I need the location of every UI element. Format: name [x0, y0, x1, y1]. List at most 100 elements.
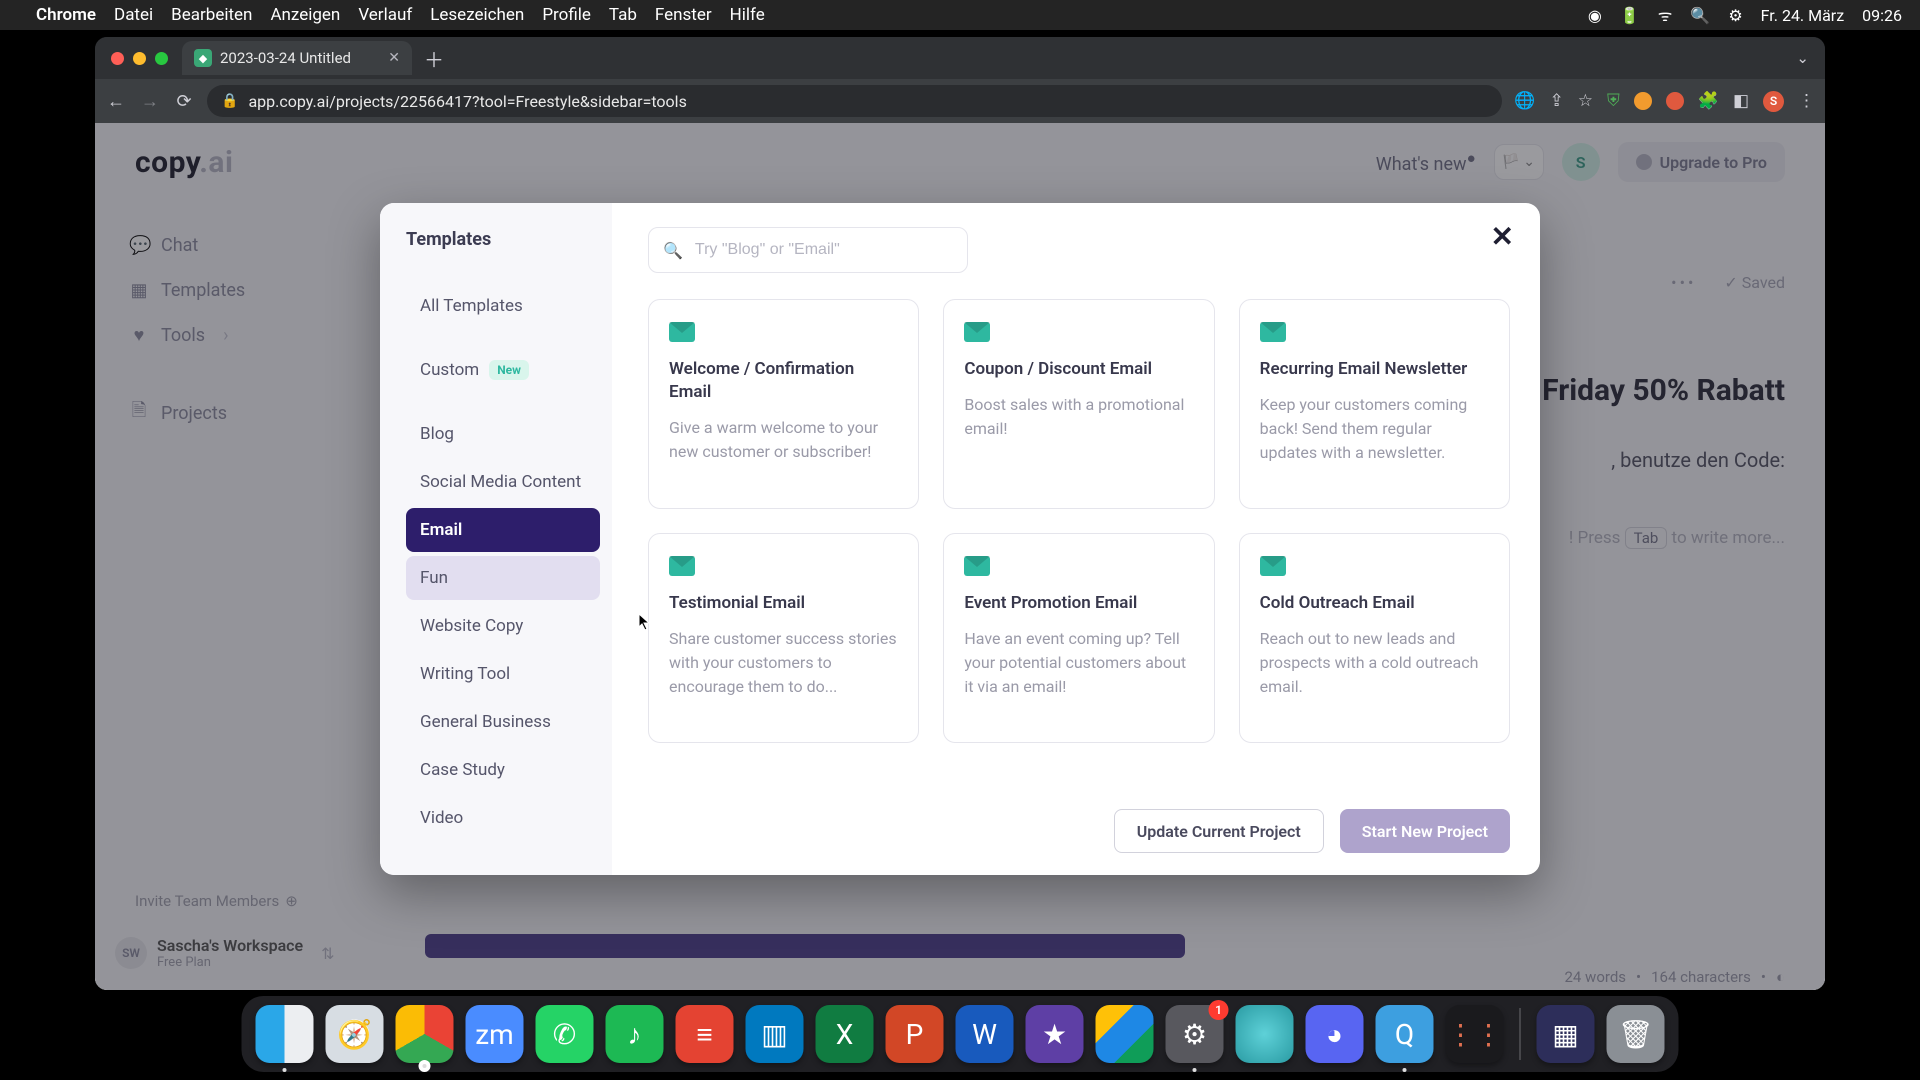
close-icon[interactable]: ✕ — [1491, 223, 1514, 251]
profile-avatar-icon[interactable]: S — [1763, 91, 1784, 112]
window-close-button[interactable] — [111, 52, 124, 65]
tabs-dropdown-icon[interactable]: ⌄ — [1796, 49, 1809, 67]
menubar-time[interactable]: 09:26 — [1862, 6, 1902, 25]
card-cold-outreach-email[interactable]: Cold Outreach Email Reach out to new lea… — [1239, 533, 1510, 743]
spotlight-icon[interactable]: 🔍 — [1690, 6, 1710, 25]
extension-shield-icon[interactable]: ⛨ — [1607, 91, 1620, 111]
menu-profile[interactable]: Profile — [542, 5, 591, 25]
browser-tab[interactable]: ◆ 2023-03-24 Untitled ✕ — [182, 41, 412, 75]
extensions-puzzle-icon[interactable]: 🧩 — [1698, 91, 1719, 111]
category-writing-tool[interactable]: Writing Tool — [406, 652, 600, 696]
category-blog[interactable]: Blog — [406, 412, 600, 456]
category-all-templates[interactable]: All Templates — [406, 284, 600, 328]
badge-count: 1 — [1209, 1000, 1229, 1020]
dock-discord-icon[interactable]: ◕ — [1306, 1005, 1364, 1063]
wifi-icon[interactable]: ᯤ — [1658, 4, 1673, 26]
card-desc: Have an event coming up? Tell your poten… — [964, 627, 1193, 699]
dock-mission-control-icon[interactable]: ▦ — [1537, 1005, 1595, 1063]
dock-drive-icon[interactable] — [1096, 1005, 1154, 1063]
card-testimonial-email[interactable]: Testimonial Email Share customer success… — [648, 533, 919, 743]
modal-footer: Update Current Project Start New Project — [648, 787, 1510, 853]
dock-excel-icon[interactable]: X — [816, 1005, 874, 1063]
card-title: Cold Outreach Email — [1260, 592, 1489, 615]
start-project-button[interactable]: Start New Project — [1340, 809, 1510, 853]
modal-content: ✕ 🔍 Welcome / Confirmation Email Give a … — [612, 203, 1540, 875]
battery-icon[interactable]: 🔋 — [1620, 6, 1640, 25]
bookmark-star-icon[interactable]: ☆ — [1578, 91, 1593, 111]
app-body: copy.ai What's new● 🏳️ ⌄ S Upgrade to Pr… — [95, 123, 1825, 990]
dock-powerpoint-icon[interactable]: P — [886, 1005, 944, 1063]
category-fun[interactable]: Fun — [406, 556, 600, 600]
menubar-app-name[interactable]: Chrome — [36, 5, 96, 25]
translate-icon[interactable]: 🌐 — [1514, 91, 1535, 111]
mail-icon — [669, 322, 695, 342]
dock-quicktime-icon[interactable]: Q — [1376, 1005, 1434, 1063]
update-project-button[interactable]: Update Current Project — [1114, 809, 1324, 853]
category-email[interactable]: Email — [406, 508, 600, 552]
category-social-media[interactable]: Social Media Content — [406, 460, 600, 504]
dock-trash-icon[interactable]: 🗑 — [1607, 1005, 1665, 1063]
dock-chrome-icon[interactable] — [396, 1005, 454, 1063]
dock-imovie-icon[interactable]: ★ — [1026, 1005, 1084, 1063]
card-desc: Share customer success stories with your… — [669, 627, 898, 699]
obs-icon[interactable]: ◉ — [1588, 6, 1602, 25]
menu-verlauf[interactable]: Verlauf — [358, 5, 412, 25]
dock-zoom-icon[interactable]: zm — [466, 1005, 524, 1063]
modal-sidebar: Templates All Templates Custom New Blog … — [380, 203, 612, 875]
nav-back-icon[interactable]: ← — [105, 91, 127, 112]
menu-tab[interactable]: Tab — [609, 5, 637, 25]
address-bar[interactable]: 🔒 app.copy.ai/projects/22566417?tool=Fre… — [207, 85, 1502, 117]
menu-anzeigen[interactable]: Anzeigen — [270, 5, 340, 25]
modal-title: Templates — [406, 229, 600, 250]
sidepanel-icon[interactable]: ◧ — [1733, 91, 1749, 111]
window-controls — [111, 52, 168, 65]
url-text: app.copy.ai/projects/22566417?tool=Frees… — [248, 92, 686, 111]
control-center-icon[interactable]: ⚙ — [1728, 6, 1742, 25]
category-general-business[interactable]: General Business — [406, 700, 600, 744]
extension-icon-2[interactable] — [1666, 92, 1684, 110]
dock-finder-icon[interactable] — [256, 1005, 314, 1063]
card-coupon-email[interactable]: Coupon / Discount Email Boost sales with… — [943, 299, 1214, 509]
search-input[interactable] — [693, 240, 953, 260]
card-welcome-email[interactable]: Welcome / Confirmation Email Give a warm… — [648, 299, 919, 509]
search-icon: 🔍 — [663, 241, 683, 260]
modal-overlay[interactable]: Templates All Templates Custom New Blog … — [95, 123, 1825, 990]
mail-icon — [964, 322, 990, 342]
card-title: Testimonial Email — [669, 592, 898, 615]
mail-icon — [669, 556, 695, 576]
tab-strip: ◆ 2023-03-24 Untitled ✕ ＋ ⌄ — [95, 37, 1825, 79]
dock-whatsapp-icon[interactable]: ✆ — [536, 1005, 594, 1063]
nav-reload-icon[interactable]: ⟳ — [173, 91, 195, 112]
extension-icon-1[interactable] — [1634, 92, 1652, 110]
templates-modal: Templates All Templates Custom New Blog … — [380, 203, 1540, 875]
dock-trello-icon[interactable]: ▥ — [746, 1005, 804, 1063]
tab-close-icon[interactable]: ✕ — [388, 50, 400, 66]
dock-audio-icon[interactable]: ⋮⋮ — [1446, 1005, 1504, 1063]
window-maximize-button[interactable] — [155, 52, 168, 65]
category-case-study[interactable]: Case Study — [406, 748, 600, 792]
dock-word-icon[interactable]: W — [956, 1005, 1014, 1063]
dock-safari-icon[interactable]: 🧭 — [326, 1005, 384, 1063]
card-event-promotion-email[interactable]: Event Promotion Email Have an event comi… — [943, 533, 1214, 743]
new-tab-button[interactable]: ＋ — [424, 44, 444, 73]
menu-datei[interactable]: Datei — [114, 5, 153, 25]
menu-lesezeichen[interactable]: Lesezeichen — [430, 5, 524, 25]
dock-settings-icon[interactable]: ⚙1 — [1166, 1005, 1224, 1063]
menu-bearbeiten[interactable]: Bearbeiten — [171, 5, 252, 25]
window-minimize-button[interactable] — [133, 52, 146, 65]
card-newsletter-email[interactable]: Recurring Email Newsletter Keep your cus… — [1239, 299, 1510, 509]
dock-todoist-icon[interactable]: ≡ — [676, 1005, 734, 1063]
category-video[interactable]: Video — [406, 796, 600, 840]
category-website-copy[interactable]: Website Copy — [406, 604, 600, 648]
card-title: Event Promotion Email — [964, 592, 1193, 615]
category-custom[interactable]: Custom New — [406, 348, 600, 392]
menubar-date[interactable]: Fr. 24. März — [1761, 6, 1845, 25]
chrome-window: ◆ 2023-03-24 Untitled ✕ ＋ ⌄ ← → ⟳ 🔒 app.… — [95, 37, 1825, 990]
template-search[interactable]: 🔍 — [648, 227, 968, 273]
menu-hilfe[interactable]: Hilfe — [730, 5, 765, 25]
dock-app-blue-icon[interactable] — [1236, 1005, 1294, 1063]
dock-spotify-icon[interactable]: ♪ — [606, 1005, 664, 1063]
menu-fenster[interactable]: Fenster — [655, 5, 712, 25]
chrome-menu-icon[interactable]: ⋮ — [1798, 91, 1815, 111]
share-icon[interactable]: ⇪ — [1550, 91, 1564, 111]
